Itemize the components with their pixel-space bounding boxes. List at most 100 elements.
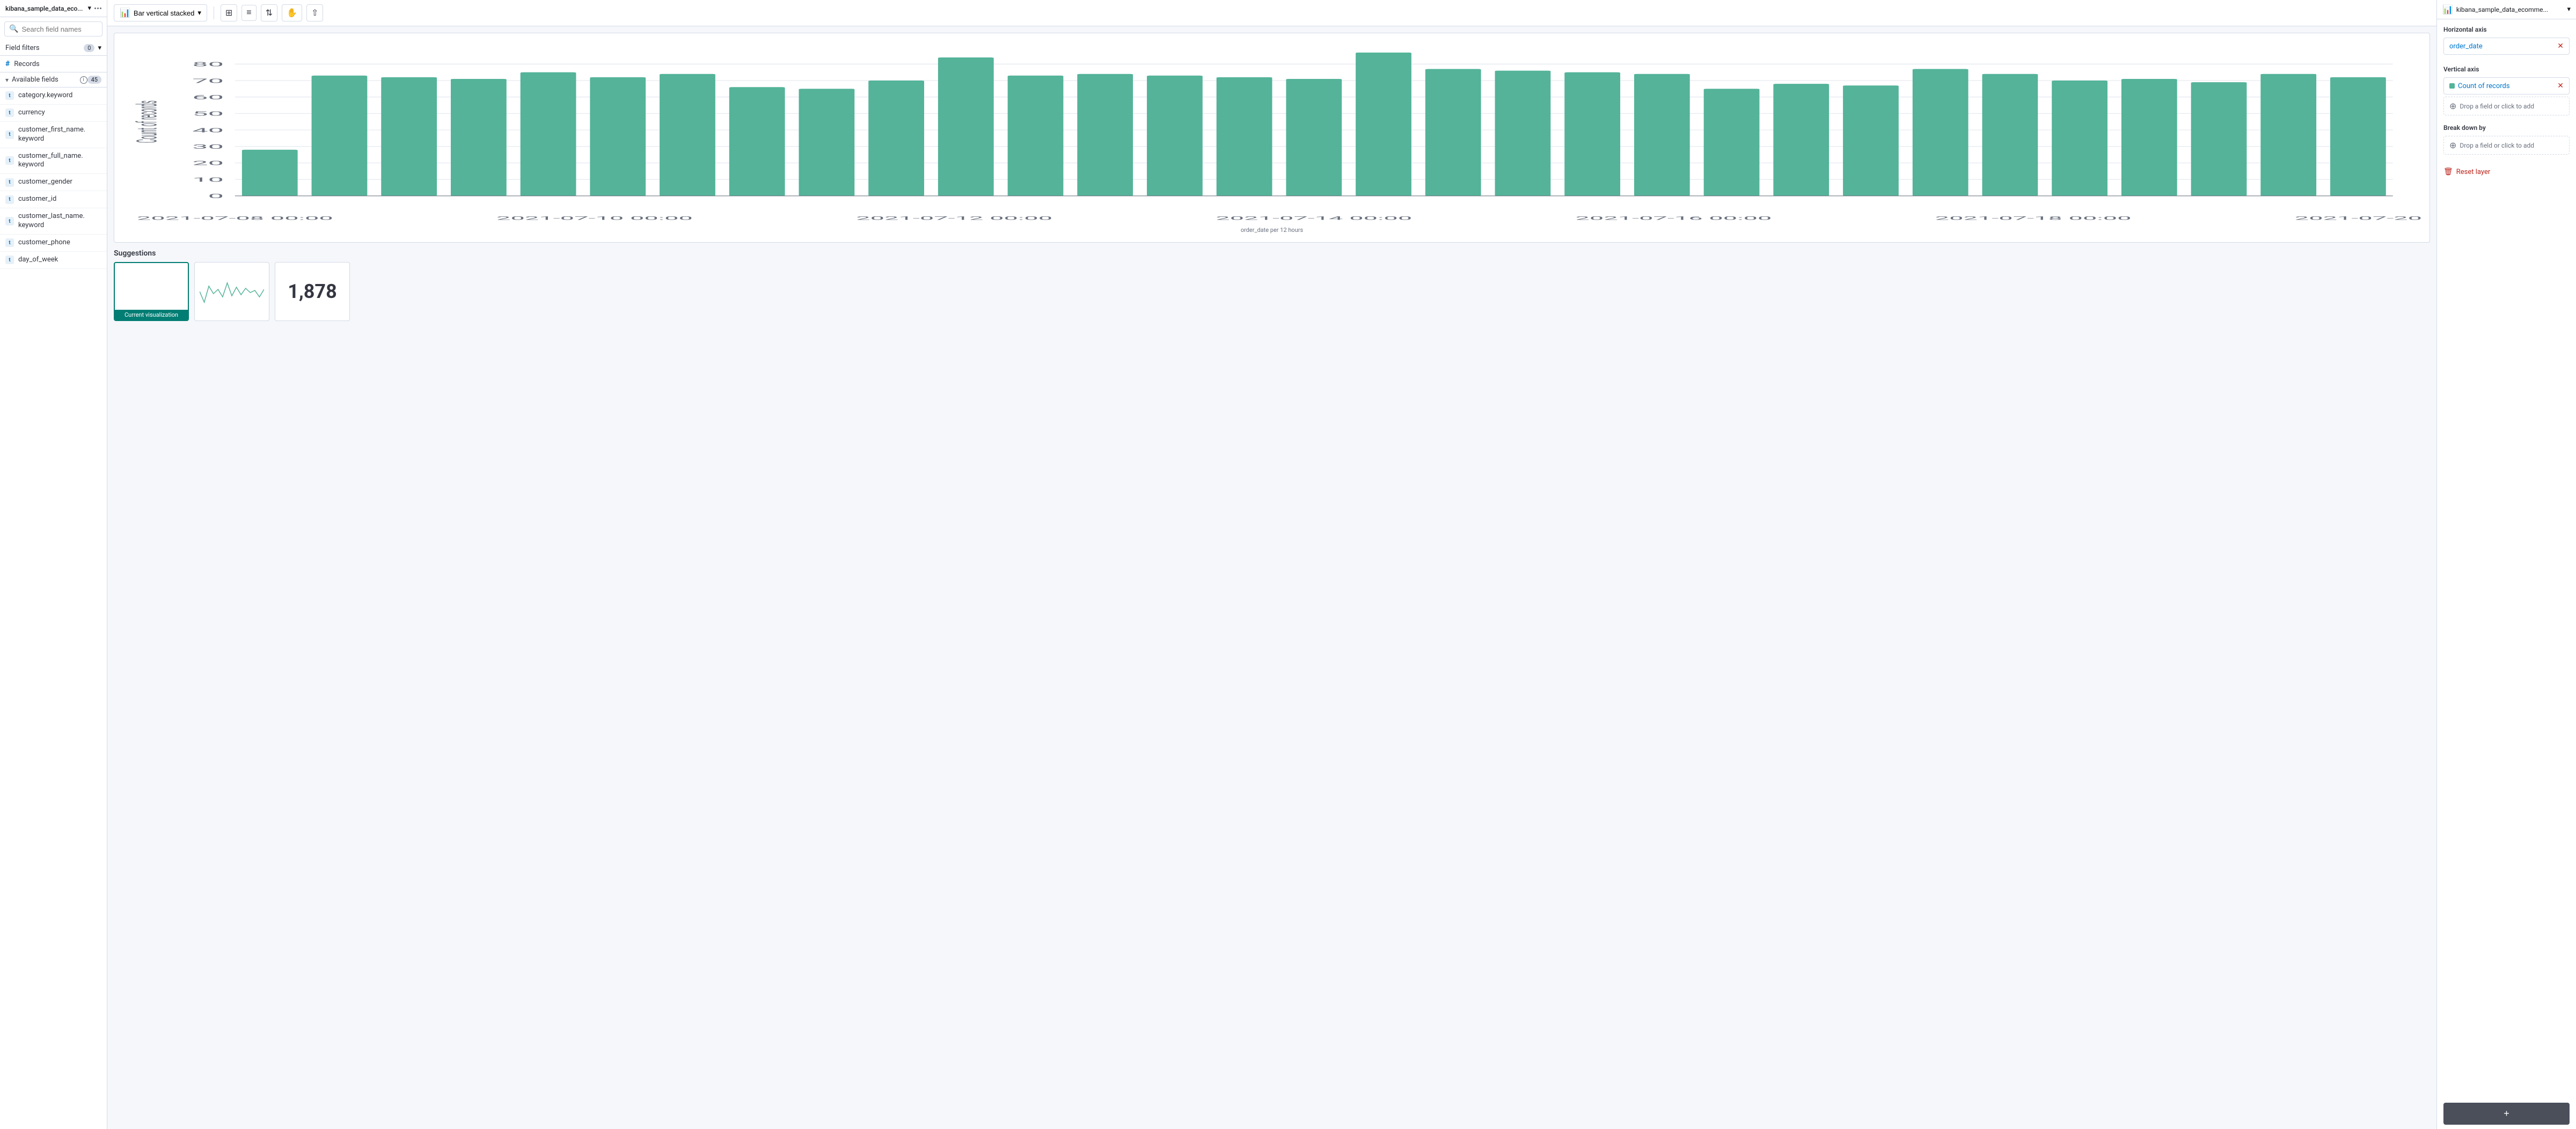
svg-text:2021-07-10 00:00: 2021-07-10 00:00 <box>496 215 693 221</box>
left-sidebar: kibana_sample_data_eco... ▾ 🔍 ✕ Field fi… <box>0 0 107 1129</box>
field-name-label: customer_full_name. keyword <box>18 152 101 170</box>
right-panel-header: 📊 kibana_sample_data_ecomme... ▾ <box>2437 0 2576 19</box>
svg-text:60: 60 <box>192 94 224 100</box>
horizontal-axis-field-name[interactable]: order_date <box>2449 42 2554 50</box>
field-name-label: day_of_week <box>18 256 58 265</box>
data-source-chevron: ▾ <box>87 4 91 12</box>
field-type-icon: t <box>5 91 14 100</box>
field-name-label: category.keyword <box>18 91 72 100</box>
field-item[interactable]: t day_of_week <box>0 252 107 269</box>
toolbar-btn-2[interactable]: ≡ <box>241 5 256 21</box>
vertical-axis-drop-zone[interactable]: ⊕ Drop a field or click to add <box>2443 97 2570 115</box>
data-source-label: kibana_sample_data_eco... <box>5 5 84 12</box>
field-item[interactable]: t customer_id <box>0 191 107 208</box>
suggestion-label: Current visualization <box>115 310 188 320</box>
field-item[interactable]: t customer_last_name. keyword <box>0 208 107 235</box>
field-type-icon: t <box>5 256 14 264</box>
right-panel-source: kibana_sample_data_ecomme... <box>2456 6 2564 13</box>
data-source-selector[interactable]: kibana_sample_data_eco... ▾ <box>0 0 107 17</box>
more-options-icon[interactable] <box>94 8 101 9</box>
svg-text:2021-07-12 00:00: 2021-07-12 00:00 <box>856 215 1052 221</box>
vertical-axis-field-name[interactable]: Count of records <box>2458 82 2554 90</box>
chart-x-label: order_date per 12 hours <box>123 227 2421 234</box>
field-item[interactable]: t category.keyword <box>0 88 107 105</box>
field-item[interactable]: t currency <box>0 105 107 122</box>
suggestion-card[interactable] <box>194 262 269 321</box>
right-panel-chevron[interactable]: ▾ <box>2567 5 2571 13</box>
add-layer-button[interactable]: + <box>2443 1103 2570 1125</box>
drop-zone-icon-2: ⊕ <box>2449 140 2456 150</box>
available-fields-label: Available fields <box>12 76 78 84</box>
chart-type-label: Bar vertical stacked <box>134 9 194 17</box>
field-item[interactable]: t customer_first_name. keyword <box>0 122 107 148</box>
toolbar-btn-4[interactable]: ✋ <box>282 4 302 21</box>
field-name-label: currency <box>18 108 45 118</box>
breakdown-drop-label: Drop a field or click to add <box>2460 142 2534 149</box>
field-name-label: customer_last_name. keyword <box>18 212 101 230</box>
field-type-icon: t <box>5 238 14 247</box>
field-type-icon: t <box>5 130 14 139</box>
suggestions-section: Suggestions Current visualization 1,878 <box>114 249 2430 321</box>
field-name-label: customer_id <box>18 195 56 204</box>
records-label: Records <box>14 60 39 68</box>
field-filters-label: Field filters <box>5 44 84 52</box>
chart-svg: 01020304050607080Count of records2021-07… <box>123 42 2421 224</box>
right-panel-chart-icon: 📊 <box>2442 4 2453 14</box>
main-area: 📊 Bar vertical stacked ▾ ⊞ ≡ ⇅ ✋ ⇧ 0 10 20… <box>107 0 2436 1129</box>
available-fields-info-icon[interactable]: i <box>80 76 87 84</box>
field-type-icon: t <box>5 156 14 165</box>
suggestion-card-content <box>195 263 269 321</box>
content-area: 01020304050607080Count of records2021-07… <box>107 26 2436 1129</box>
chart-type-button[interactable]: 📊 Bar vertical stacked ▾ <box>114 4 207 21</box>
vertical-axis-color-dot <box>2449 83 2455 89</box>
field-item[interactable]: t customer_full_name. keyword <box>0 148 107 174</box>
svg-text:0: 0 <box>208 193 224 200</box>
chart-type-icon: 📊 <box>120 8 130 18</box>
horizontal-axis-label: Horizontal axis <box>2443 26 2570 33</box>
field-filters-chevron: ▾ <box>98 44 101 52</box>
chart-type-chevron: ▾ <box>197 9 201 17</box>
breakdown-drop-zone[interactable]: ⊕ Drop a field or click to add <box>2443 136 2570 155</box>
records-item[interactable]: # Records <box>0 56 107 72</box>
field-type-icon: t <box>5 195 14 204</box>
field-type-icon: t <box>5 217 14 225</box>
reset-layer-button[interactable]: 🗑 Reset layer <box>2443 163 2570 180</box>
suggestion-card[interactable]: Current visualization <box>114 262 189 321</box>
reset-layer-label: Reset layer <box>2456 168 2491 176</box>
field-filters[interactable]: Field filters 0 ▾ <box>0 41 107 56</box>
search-box: 🔍 ✕ <box>4 21 103 37</box>
svg-text:80: 80 <box>192 61 224 68</box>
field-list: t category.keyword t currency t customer… <box>0 88 107 1129</box>
toolbar-btn-5[interactable]: ⇧ <box>306 4 323 21</box>
toolbar-btn-3[interactable]: ⇅ <box>261 4 277 21</box>
suggestion-card-content: 1,878 <box>275 263 349 321</box>
svg-text:2021-07-20 00:00: 2021-07-20 00:00 <box>2295 215 2421 221</box>
field-filters-count: 0 <box>84 44 94 52</box>
vertical-axis-section: Vertical axis Count of records ✕ ⊕ Drop … <box>2443 65 2570 115</box>
drop-zone-icon-1: ⊕ <box>2449 101 2456 111</box>
available-fields-count: 45 <box>87 76 101 84</box>
breakdown-section: Break down by ⊕ Drop a field or click to… <box>2443 124 2570 155</box>
svg-text:2021-07-18 00:00: 2021-07-18 00:00 <box>1935 215 2132 221</box>
field-name-label: customer_gender <box>18 178 72 187</box>
breakdown-label: Break down by <box>2443 124 2570 132</box>
field-name-label: customer_phone <box>18 238 70 247</box>
field-item[interactable]: t customer_gender <box>0 174 107 191</box>
field-name-label: customer_first_name. keyword <box>18 126 101 144</box>
suggestions-row: Current visualization 1,878 <box>114 262 2430 321</box>
field-item[interactable]: t customer_phone <box>0 235 107 252</box>
search-input[interactable] <box>21 25 107 33</box>
svg-text:20: 20 <box>192 160 224 166</box>
toolbar: 📊 Bar vertical stacked ▾ ⊞ ≡ ⇅ ✋ ⇧ <box>107 0 2436 26</box>
vertical-axis-remove[interactable]: ✕ <box>2557 82 2564 90</box>
available-fields-chevron[interactable]: ▾ <box>5 76 9 84</box>
horizontal-axis-section: Horizontal axis order_date ✕ <box>2443 26 2570 57</box>
svg-text:50: 50 <box>192 111 224 117</box>
suggestion-card[interactable]: 1,878 <box>275 262 350 321</box>
svg-text:70: 70 <box>192 78 224 84</box>
svg-text:10: 10 <box>192 177 224 183</box>
horizontal-axis-remove[interactable]: ✕ <box>2557 42 2564 50</box>
chart-container: 01020304050607080Count of records2021-07… <box>114 33 2430 243</box>
toolbar-btn-1[interactable]: ⊞ <box>221 4 237 21</box>
svg-text:30: 30 <box>192 143 224 150</box>
